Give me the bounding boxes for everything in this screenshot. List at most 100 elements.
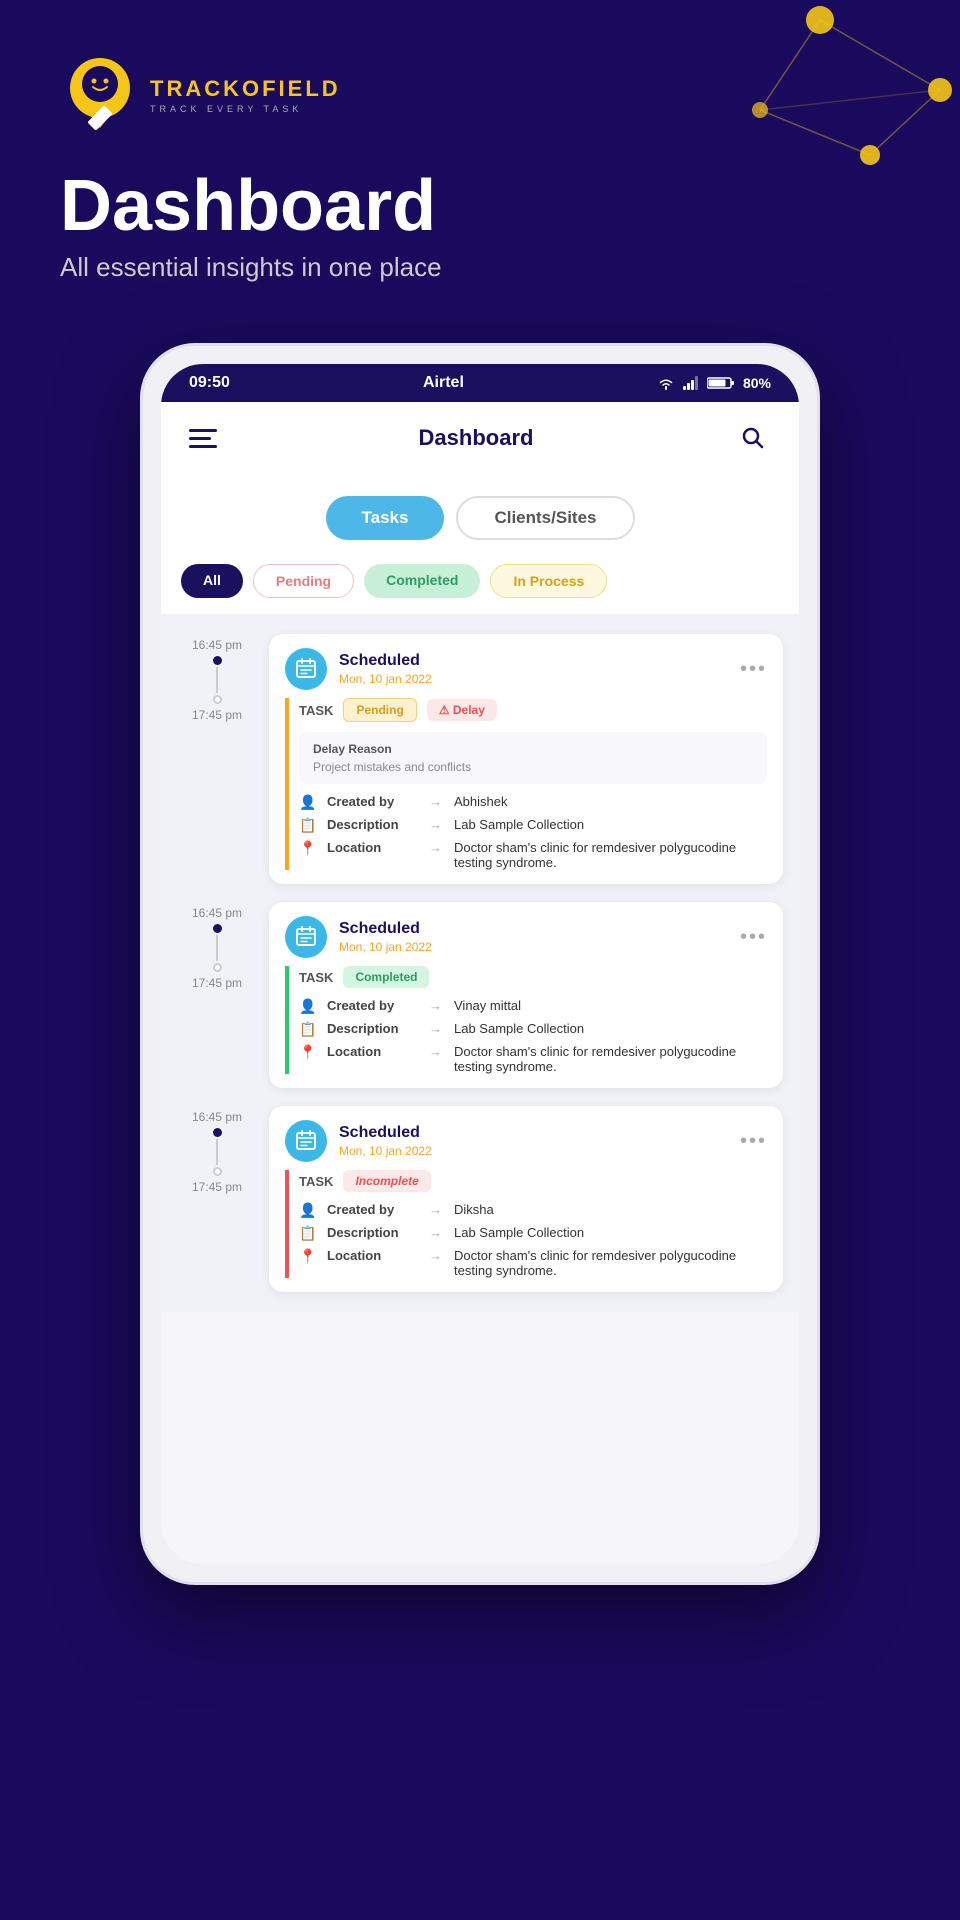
time-start-3: 16:45 pm [192, 1110, 242, 1124]
delay-reason-box: Delay Reason Project mistakes and confli… [299, 732, 767, 784]
info-desc-2: 📋 Description → Lab Sample Collection [299, 1021, 767, 1038]
pin-icon-1: 📍 [299, 840, 319, 857]
doc-icon-3: 📋 [299, 1225, 319, 1242]
card-info-1: Scheduled Mon, 10 jan 2022 [339, 652, 432, 686]
card-title-1: Scheduled [339, 652, 432, 670]
time-end-2: 17:45 pm [192, 976, 242, 990]
card-menu-3[interactable]: ••• [740, 1130, 767, 1153]
hamburger-menu[interactable] [189, 429, 217, 448]
loc-label-1: Location [327, 840, 417, 855]
avatar-1 [285, 648, 327, 690]
loc-label-2: Location [327, 1044, 417, 1059]
phone-mockup: 09:50 Airtel [140, 343, 820, 1585]
filter-completed[interactable]: Completed [364, 564, 480, 598]
task-card-2: Scheduled Mon, 10 jan 2022 ••• TASK Comp… [269, 902, 783, 1088]
card-menu-1[interactable]: ••• [740, 658, 767, 681]
phone-container: 09:50 Airtel [0, 343, 960, 1585]
search-button[interactable] [735, 420, 771, 456]
page-title: Dashboard [60, 170, 900, 242]
info-desc-3: 📋 Description → Lab Sample Collection [299, 1225, 767, 1242]
nav-title: Dashboard [419, 425, 534, 451]
card-date-2: Mon, 10 jan 2022 [339, 940, 432, 954]
tab-selector: Tasks Clients/Sites [161, 474, 799, 554]
logo-name: TRACKOFIELD [150, 76, 341, 102]
card-header-2: Scheduled Mon, 10 jan 2022 ••• [269, 902, 783, 966]
status-time: 09:50 [189, 374, 230, 392]
created-by-label-1: Created by [327, 794, 417, 809]
table-row: 16:45 pm 17:45 pm [177, 1106, 783, 1292]
nav-bar: Dashboard [161, 402, 799, 474]
task-label-3: TASK [299, 1174, 333, 1189]
arrow-4: → [429, 998, 442, 1013]
tl-vert-3 [216, 1139, 218, 1165]
filter-all[interactable]: All [181, 564, 243, 598]
filter-inprocess[interactable]: In Process [490, 564, 607, 598]
card-body-2: TASK Completed 👤 Created by → Vinay mitt… [285, 966, 767, 1074]
tl-dot-top-3 [213, 1128, 222, 1137]
loc-label-3: Location [327, 1248, 417, 1263]
filter-pills: All Pending Completed In Process [161, 554, 799, 614]
loc-value-2: Doctor sham's clinic for remdesiver poly… [454, 1044, 767, 1074]
created-by-value-3: Diksha [454, 1202, 767, 1217]
badge-incomplete-3: Incomplete [343, 1170, 430, 1192]
loc-value-1: Doctor sham's clinic for remdesiver poly… [454, 840, 767, 870]
tab-tasks[interactable]: Tasks [326, 496, 445, 540]
card-title-3: Scheduled [339, 1124, 432, 1142]
logo-tagline: TRACK EVERY TASK [150, 104, 341, 114]
badge-delay-1: ⚠ Delay [427, 699, 497, 721]
filter-pending[interactable]: Pending [253, 564, 354, 598]
card-header-left-1: Scheduled Mon, 10 jan 2022 [285, 648, 432, 690]
delay-reason-title: Delay Reason [313, 742, 753, 756]
created-by-label-3: Created by [327, 1202, 417, 1217]
timeline-area: 16:45 pm 17:45 pm [161, 614, 799, 1312]
wifi-icon [657, 376, 675, 390]
timeline-line-1 [213, 656, 222, 704]
task-label-1: TASK [299, 703, 333, 718]
info-created-2: 👤 Created by → Vinay mittal [299, 998, 767, 1015]
info-created-3: 👤 Created by → Diksha [299, 1202, 767, 1219]
created-by-label-2: Created by [327, 998, 417, 1013]
task-icon-2 [294, 925, 318, 949]
user-icon-1: 👤 [299, 794, 319, 811]
delay-reason-text: Project mistakes and conflicts [313, 760, 753, 774]
phone-screen: 09:50 Airtel [161, 364, 799, 1564]
task-label-2: TASK [299, 970, 333, 985]
card-info-2: Scheduled Mon, 10 jan 2022 [339, 920, 432, 954]
tl-vert-2 [216, 935, 218, 961]
card-menu-2[interactable]: ••• [740, 926, 767, 949]
card-body-3: TASK Incomplete 👤 Created by → Diksha 📋 [285, 1170, 767, 1278]
logo-area: TRACKOFIELD TRACK EVERY TASK [60, 50, 900, 140]
desc-value-3: Lab Sample Collection [454, 1225, 767, 1240]
card-title-2: Scheduled [339, 920, 432, 938]
status-bar: 09:50 Airtel [161, 364, 799, 402]
task-label-row-2: TASK Completed [299, 966, 767, 988]
task-icon-1 [294, 657, 318, 681]
tl-dot-bottom-3 [213, 1167, 222, 1176]
timeline-col-3: 16:45 pm 17:45 pm [177, 1106, 257, 1194]
arrow-3: → [429, 840, 442, 855]
info-loc-3: 📍 Location → Doctor sham's clinic for re… [299, 1248, 767, 1278]
battery-label: 80% [743, 375, 771, 391]
task-label-row-1: TASK Pending ⚠ Delay [299, 698, 767, 722]
avatar-2 [285, 916, 327, 958]
badge-completed-2: Completed [343, 966, 429, 988]
card-header-left-3: Scheduled Mon, 10 jan 2022 [285, 1120, 432, 1162]
tab-clients-sites[interactable]: Clients/Sites [456, 496, 634, 540]
user-icon-2: 👤 [299, 998, 319, 1015]
arrow-9: → [429, 1248, 442, 1263]
arrow-7: → [429, 1202, 442, 1217]
task-card-1: Scheduled Mon, 10 jan 2022 ••• TASK Pend… [269, 634, 783, 884]
badge-pending-1: Pending [343, 698, 416, 722]
table-row: 16:45 pm 17:45 pm [177, 634, 783, 884]
time-end-1: 17:45 pm [192, 708, 242, 722]
logo-icon [60, 50, 140, 140]
arrow-6: → [429, 1044, 442, 1059]
card-info-3: Scheduled Mon, 10 jan 2022 [339, 1124, 432, 1158]
arrow-2: → [429, 817, 442, 832]
time-start-2: 16:45 pm [192, 906, 242, 920]
timeline-line-2 [213, 924, 222, 972]
card-date-3: Mon, 10 jan 2022 [339, 1144, 432, 1158]
time-end-3: 17:45 pm [192, 1180, 242, 1194]
info-loc-1: 📍 Location → Doctor sham's clinic for re… [299, 840, 767, 870]
card-date-1: Mon, 10 jan 2022 [339, 672, 432, 686]
